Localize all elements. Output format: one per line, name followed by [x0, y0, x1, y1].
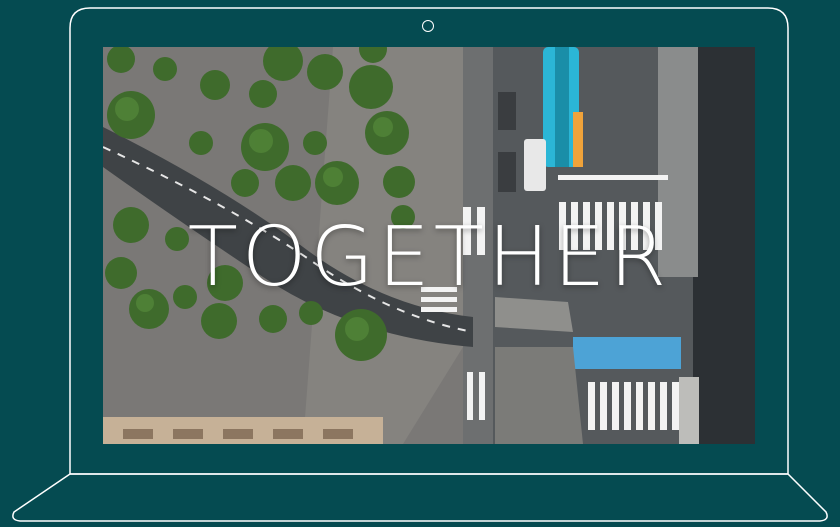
- webcam-icon: [422, 20, 434, 32]
- laptop-screen: TOGETHER: [103, 47, 755, 444]
- headline-text: TOGETHER: [187, 210, 671, 305]
